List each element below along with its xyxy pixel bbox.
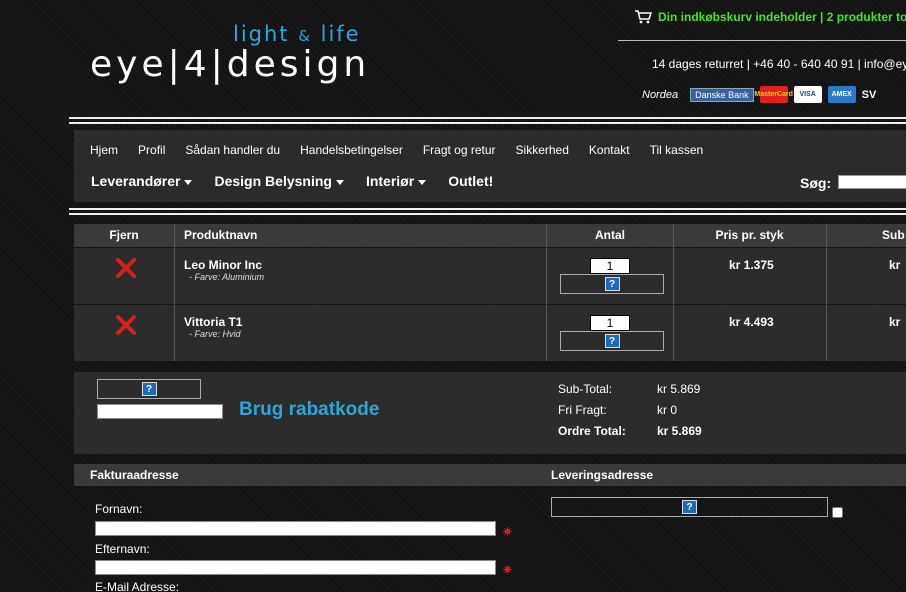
cart-summary[interactable]: Din indkøbskurv indeholder | 2 produkter… [634, 10, 906, 24]
subtotal-value: kr 5.869 [657, 382, 701, 396]
nav-dropdown-interior[interactable]: Interiør [366, 173, 427, 189]
logo[interactable]: eye|4|design [90, 44, 370, 85]
quantity-input[interactable]: 1 [590, 315, 630, 331]
nav-link-kontakt[interactable]: Kontakt [589, 143, 630, 157]
billing-title: Fakturaadresse [90, 468, 179, 482]
nav-link-hjem[interactable]: Hjem [90, 143, 118, 157]
nav-dropdown-leverandorer[interactable]: Leverandører [91, 173, 193, 189]
mastercard-logo: MasterCard [754, 86, 793, 103]
mid-rule-2 [69, 213, 906, 215]
coupon-input[interactable] [97, 404, 223, 419]
col-qty: Antal [595, 228, 625, 242]
quantity-input[interactable]: 1 [590, 258, 630, 274]
product-name[interactable]: Leo Minor Inc [184, 258, 262, 272]
payment-logos: Nordea Danske Bank MasterCard VISA AMEX … [642, 86, 876, 103]
col-product: Produktnavn [184, 228, 258, 242]
shipping-label: Fri Fragt: [558, 403, 607, 417]
remove-icon[interactable] [115, 314, 137, 336]
col-subtotal: Sub [882, 228, 905, 242]
shipping-value: kr 0 [657, 403, 678, 417]
help-icon: ? [604, 277, 620, 291]
subtotal-label: Sub-Total: [558, 382, 613, 396]
nordea-logo: Nordea [642, 88, 679, 101]
nav-link-sikkerhed[interactable]: Sikkerhed [516, 143, 569, 157]
shipping-address-button[interactable]: ? [551, 497, 828, 517]
help-icon: ? [604, 334, 620, 348]
product-option: - Farve: Hvid [189, 329, 241, 339]
col-divider [826, 224, 827, 361]
search-input[interactable] [838, 175, 906, 189]
unit-price: kr 1.375 [729, 258, 774, 272]
product-option: - Farve: Aluminium [189, 272, 265, 282]
product-name[interactable]: Vittoria T1 [184, 315, 242, 329]
mid-rule-1 [69, 208, 906, 210]
nav-link-handelsbetingelser[interactable]: Handelsbetingelser [300, 143, 403, 157]
unit-price: kr 4.493 [729, 315, 774, 329]
lastname-label: Efternavn: [95, 542, 150, 556]
remove-icon[interactable] [115, 257, 137, 279]
nav-bar [74, 130, 906, 202]
cart-summary-text: Din indkøbskurv indeholder | 2 produkter… [658, 10, 906, 24]
col-divider [673, 224, 674, 361]
chevron-down-icon [418, 179, 427, 185]
nav-link-outlet[interactable]: Outlet! [448, 173, 493, 189]
help-icon: ? [141, 382, 157, 396]
col-divider [174, 224, 175, 361]
top-rule-2 [69, 122, 906, 124]
shopping-cart-icon [635, 10, 652, 24]
nav-links: Hjem Profil Sådan handler du Handelsbeti… [90, 143, 723, 157]
address-header [74, 464, 906, 486]
help-icon: ? [682, 500, 697, 514]
nav-dropdown-design-belysning[interactable]: Design Belysning [214, 173, 344, 189]
order-total-label: Ordre Total: [558, 424, 626, 438]
search-label: Søg: [800, 175, 832, 191]
header-divider [618, 40, 906, 41]
visa-logo: VISA [793, 86, 822, 103]
firstname-input[interactable] [95, 521, 496, 536]
shipping-title: Leveringsadresse [551, 468, 654, 482]
order-total-value: kr 5.869 [657, 424, 702, 438]
chevron-down-icon [184, 179, 193, 185]
col-price: Pris pr. styk [715, 228, 784, 242]
nav-link-til-kassen[interactable]: Til kassen [650, 143, 704, 157]
apply-coupon-button[interactable]: ? [97, 379, 201, 399]
top-rule-1 [69, 117, 906, 119]
amex-logo: AMEX [827, 86, 856, 103]
col-divider [546, 224, 547, 361]
email-label: E-Mail Adresse: [95, 580, 180, 592]
nav-link-fragt-og-retur[interactable]: Fragt og retur [423, 143, 496, 157]
row-subtotal: kr [889, 258, 901, 272]
lastname-input[interactable] [95, 560, 496, 575]
sv-logo: SV [861, 88, 877, 101]
row-subtotal: kr [889, 315, 901, 329]
firstname-label: Fornavn: [95, 502, 143, 516]
col-remove: Fjern [109, 228, 139, 242]
update-quantity-button[interactable]: ? [560, 274, 664, 294]
update-quantity-button[interactable]: ? [560, 331, 664, 351]
contact-info: 14 dages returret | +46 40 - 640 40 91 |… [652, 57, 906, 71]
required-icon [503, 527, 512, 536]
danske-bank-logo: Danske Bank [690, 87, 754, 102]
required-icon [503, 565, 512, 574]
nav-link-profil[interactable]: Profil [138, 143, 165, 157]
nav-categories: Leverandører Design Belysning Interiør O… [91, 173, 515, 189]
chevron-down-icon [335, 179, 344, 185]
coupon-label: Brug rabatkode [239, 399, 380, 420]
nav-link-saadan-handler-du[interactable]: Sådan handler du [185, 143, 280, 157]
logo-tagline: light & life [233, 22, 361, 46]
same-address-checkbox[interactable] [832, 507, 843, 518]
